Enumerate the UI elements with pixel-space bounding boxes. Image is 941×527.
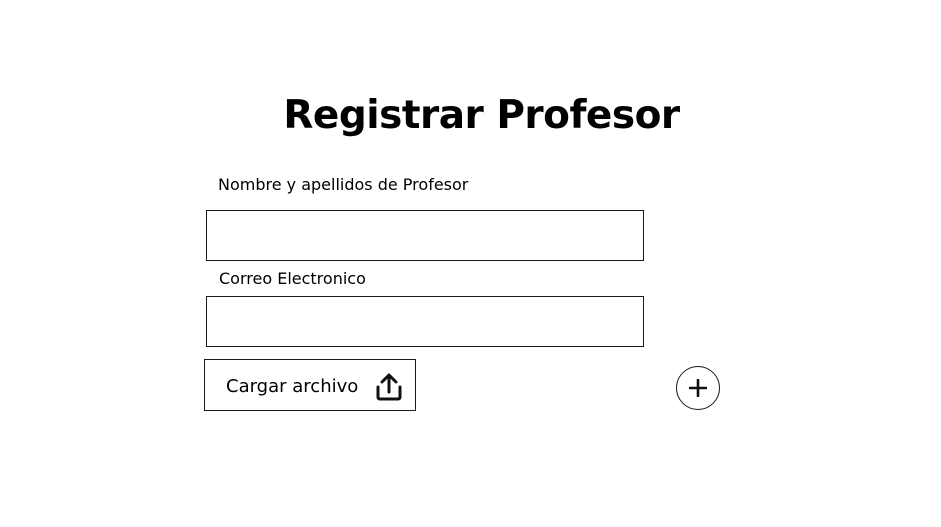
- upload-file-button[interactable]: Cargar archivo: [204, 359, 416, 411]
- name-field[interactable]: [206, 210, 644, 261]
- page-title: Registrar Profesor: [283, 93, 680, 138]
- upload-icon: [375, 372, 403, 402]
- add-button[interactable]: [676, 366, 720, 410]
- name-field-label: Nombre y apellidos de Profesor: [218, 175, 469, 194]
- email-field[interactable]: [206, 296, 644, 347]
- plus-icon: [689, 379, 707, 397]
- upload-file-label: Cargar archivo: [226, 376, 359, 397]
- register-teacher-form: Registrar Profesor Nombre y apellidos de…: [0, 0, 941, 527]
- email-field-label: Correo Electronico: [219, 269, 366, 288]
